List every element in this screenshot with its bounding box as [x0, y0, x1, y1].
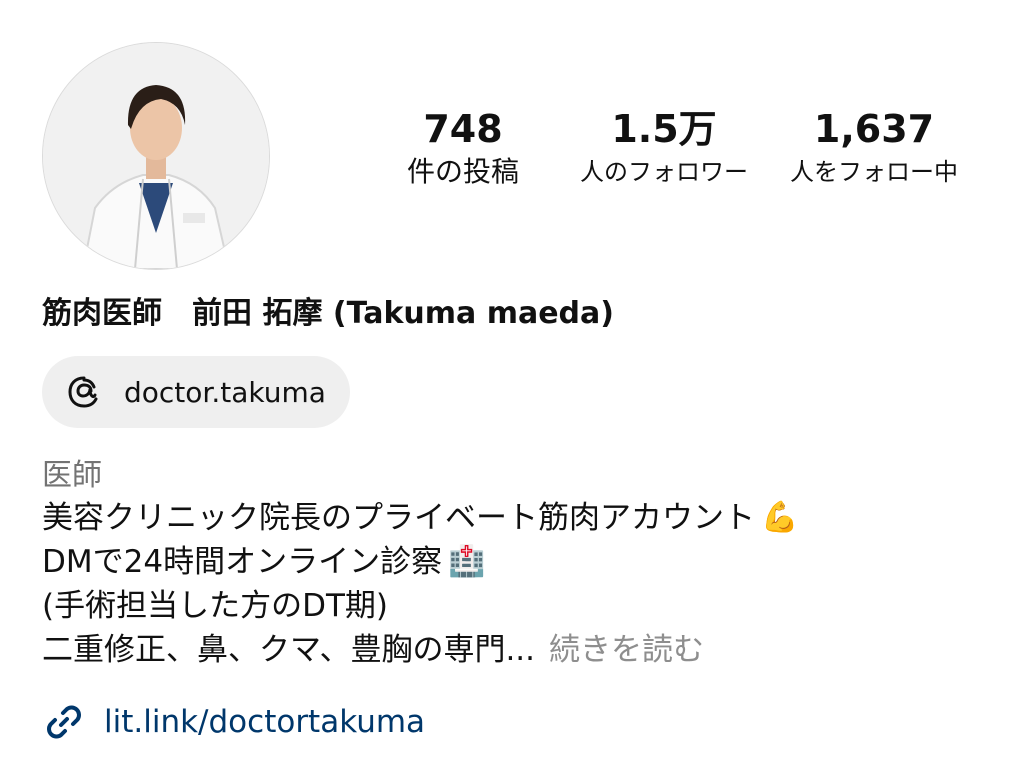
bio-line-2: DMで24時間オンライン診察 🏥: [42, 540, 798, 584]
bio-line-4: 二重修正、鼻、クマ、豊胸の専門... 続きを読む: [42, 628, 798, 672]
bio-line-2-text: DMで24時間オンライン診察: [42, 544, 443, 580]
profile-category: 医師: [42, 458, 102, 493]
bio-line-4-text: 二重修正、鼻、クマ、豊胸の専門...: [42, 632, 536, 668]
profile-bio: 美容クリニック院長のプライベート筋肉アカウント 💪 DMで24時間オンライン診察…: [42, 496, 798, 672]
bio-line-3-text: (手術担当した方のDT期): [42, 588, 388, 624]
threads-icon: [66, 374, 102, 410]
posts-label: 件の投稿: [406, 155, 519, 188]
profile-stats: 748 件の投稿 1.5万 人のフォロワー 1,637 人をフォロー中: [370, 108, 1000, 208]
profile-name: 筋肉医師 前田 拓摩 (Takuma maeda): [42, 296, 614, 331]
following-label: 人をフォロー中: [790, 158, 958, 186]
avatar[interactable]: [42, 42, 270, 270]
followers-stat[interactable]: 1.5万 人のフォロワー: [566, 108, 762, 192]
posts-stat[interactable]: 748 件の投稿: [378, 108, 548, 192]
link-icon: [47, 705, 81, 739]
following-stat[interactable]: 1,637 人をフォロー中: [776, 108, 972, 192]
bio-line-3: (手術担当した方のDT期): [42, 584, 798, 628]
posts-count: 748: [423, 107, 503, 151]
flexed-biceps-icon: 💪: [761, 500, 799, 535]
link-url: lit.link/doctortakuma: [104, 704, 426, 740]
threads-username: doctor.takuma: [124, 375, 326, 409]
threads-badge[interactable]: doctor.takuma: [42, 356, 350, 428]
bio-line-1: 美容クリニック院長のプライベート筋肉アカウント 💪: [42, 496, 798, 540]
following-count: 1,637: [813, 107, 935, 151]
followers-label: 人のフォロワー: [580, 158, 748, 186]
profile-link[interactable]: lit.link/doctortakuma: [42, 700, 425, 744]
avatar-image: [43, 43, 269, 269]
bio-line-1-text: 美容クリニック院長のプライベート筋肉アカウント: [42, 500, 755, 536]
profile-header: 748 件の投稿 1.5万 人のフォロワー 1,637 人をフォロー中 筋肉医師…: [0, 0, 1024, 764]
read-more-button[interactable]: 続きを読む: [549, 628, 704, 672]
followers-count: 1.5万: [611, 107, 717, 151]
hospital-icon: 🏥: [448, 544, 486, 579]
